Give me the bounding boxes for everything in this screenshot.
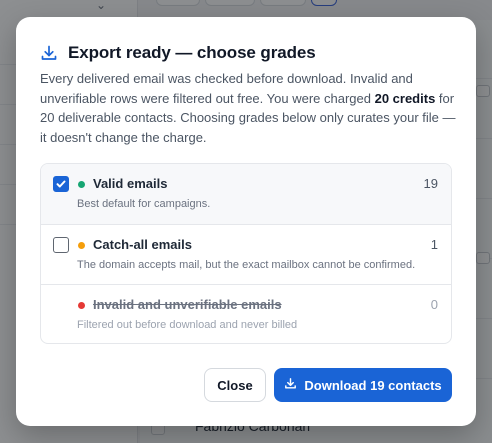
description-text: Every delivered email was checked before… [40,71,413,106]
grade-option-catch-all[interactable]: Catch-all emails The domain accepts mail… [41,224,451,284]
status-dot-orange [78,242,85,249]
close-button[interactable]: Close [204,368,266,402]
modal-header: Export ready — choose grades [40,43,316,63]
modal-title: Export ready — choose grades [68,43,316,62]
export-modal: Export ready — choose grades Every deliv… [16,17,476,426]
grade-option-invalid: Invalid and unverifiable emails Filtered… [41,284,451,343]
grade-label: Catch-all emails [93,237,192,252]
grade-description: Filtered out before download and never b… [77,319,298,331]
download-icon [40,44,58,62]
grade-label: Invalid and unverifiable emails [93,297,282,312]
status-dot-green [78,181,85,188]
modal-description: Every delivered email was checked before… [40,69,460,147]
grade-description: The domain accepts mail, but the exact m… [77,259,416,271]
credits-charged: 20 credits [374,90,436,106]
grade-list: Valid emails Best default for campaigns.… [40,163,452,344]
grade-count: 19 [423,176,438,191]
status-dot-red [78,302,85,309]
grade-count: 0 [430,297,438,312]
grade-label: Valid emails [93,176,168,191]
download-button-label: Download 19 contacts [304,377,442,393]
catch-all-checkbox[interactable] [53,237,69,253]
grade-option-valid[interactable]: Valid emails Best default for campaigns.… [41,164,451,224]
valid-emails-checkbox[interactable] [53,176,69,192]
grade-count: 1 [430,237,438,252]
download-contacts-button[interactable]: Download 19 contacts [274,368,452,402]
download-icon [284,377,297,393]
grade-description: Best default for campaigns. [77,198,211,210]
